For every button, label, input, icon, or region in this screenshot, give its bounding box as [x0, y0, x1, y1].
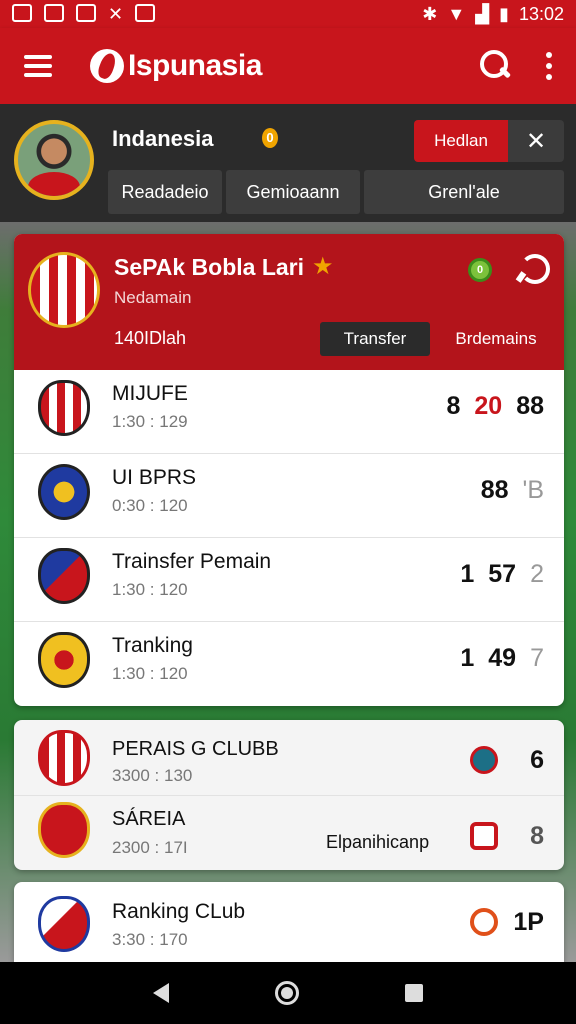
club-time: 3300 : 130 [112, 766, 193, 785]
featured-subtitle: Nedamain [114, 288, 192, 307]
avatar[interactable] [14, 120, 94, 200]
match-score: 8 20 88 [446, 392, 544, 421]
search-icon[interactable] [480, 50, 512, 82]
score-value: 88 [516, 392, 544, 420]
close-icon[interactable]: ✕ [508, 120, 564, 162]
club-row[interactable]: SÁREIA 2300 : 17I Elpanihicanp 8 [14, 796, 564, 870]
clock: 13:02 [518, 3, 564, 24]
featured-card-header: SePAk Bobla Lari ★ Nedamain 140IDlah 0 T… [14, 234, 564, 370]
club-crest-icon [38, 802, 90, 858]
club-title: PERAIS G CLUBB [112, 738, 279, 760]
club-row[interactable]: PERAIS G CLUBB 3300 : 130 6 [14, 720, 564, 796]
segment-tab-3[interactable]: Grenl'ale [364, 170, 564, 214]
refresh-icon[interactable] [518, 254, 550, 284]
match-row[interactable]: UI BPRS 0:30 : 120 88 'B [14, 454, 564, 538]
club-crest-icon [38, 548, 90, 604]
match-title: Tranking [112, 634, 193, 657]
match-title: UI BPRS [112, 466, 197, 489]
logo-mark-icon [90, 49, 124, 83]
match-time: 1:30 : 120 [112, 664, 188, 683]
signal-icon: ▟ [475, 3, 490, 24]
coin-icon: 0 [262, 128, 278, 148]
match-time: 1:30 : 120 [112, 580, 188, 599]
club-value: 6 [530, 746, 544, 774]
wifi-icon: ▼ [447, 3, 466, 24]
star-icon[interactable]: ★ [312, 252, 334, 281]
score-value: 2 [530, 560, 544, 588]
club-time: 2300 : 17I [112, 838, 188, 857]
score-value: 'B [522, 476, 544, 504]
club-title: SÁREIA [112, 808, 186, 830]
back-icon[interactable] [153, 983, 169, 1003]
live-indicator-icon: 0 [468, 258, 492, 282]
match-score: 1 57 2 [460, 560, 544, 589]
sim-icon [135, 3, 156, 22]
status-bar: ✕ ✱ ▼ ▟ ▮ 13:02 [0, 0, 576, 28]
score-value: 1 [460, 560, 475, 588]
score-value: 1 [460, 644, 475, 672]
club-value: 8 [530, 822, 544, 850]
gallery-icon [44, 3, 64, 22]
match-score: 88 'B [481, 476, 544, 505]
profile-name: Indanesia [112, 126, 214, 151]
club-note: Elpanihicanp [326, 832, 430, 852]
battery-icon: ▮ [499, 3, 509, 24]
featured-count: 140IDlah [114, 328, 187, 348]
home-icon[interactable] [275, 981, 299, 1005]
score-value: 7 [530, 644, 544, 672]
match-row[interactable]: Trainsfer Pemain 1:30 : 120 1 57 2 [14, 538, 564, 622]
ranking-row[interactable]: Ranking CLub 3:30 : 170 1P [14, 882, 564, 962]
clubs-card: PERAIS G CLUBB 3300 : 130 6 SÁREIA 2300 … [14, 720, 564, 870]
app-bar: Ispunasia [0, 28, 576, 104]
club-crest-icon [38, 632, 90, 688]
club-crest-icon [38, 380, 90, 436]
match-title: Trainsfer Pemain [112, 550, 272, 573]
recent-apps-icon[interactable] [405, 984, 423, 1002]
notification-icon [12, 3, 32, 22]
club-crest-icon [38, 464, 90, 520]
score-value: 88 [480, 476, 509, 504]
app-notification-icon [76, 3, 96, 22]
club-badge-icon [470, 822, 498, 850]
club-badge-icon [470, 746, 498, 774]
ranking-value: 1P [513, 908, 544, 936]
system-nav-bar [0, 962, 576, 1024]
segment-tab-2[interactable]: Gemioaann [226, 170, 360, 214]
match-score: 1 49 7 [460, 644, 544, 673]
tab-brdemains[interactable]: Brdemains [440, 322, 552, 356]
club-crest-icon [38, 730, 90, 786]
score-value: 20 [474, 392, 503, 420]
bluetooth-icon: ✱ [422, 3, 438, 24]
ranking-title: Ranking CLub [112, 900, 246, 923]
tab-transfer[interactable]: Transfer [320, 322, 430, 356]
score-value: 49 [488, 644, 517, 672]
menu-icon[interactable] [24, 55, 52, 77]
featured-title: SePAk Bobla Lari [114, 254, 305, 280]
app-title: Ispunasia [128, 49, 262, 82]
featured-card: SePAk Bobla Lari ★ Nedamain 140IDlah 0 T… [14, 234, 564, 706]
club-crest-icon [38, 896, 90, 952]
ranking-card: Ranking CLub 3:30 : 170 1P [14, 882, 564, 962]
more-options-icon[interactable] [546, 52, 552, 80]
segment-tab-1[interactable]: Readadeio [108, 170, 222, 214]
app-logo: Ispunasia [90, 49, 262, 83]
club-crest-icon [28, 252, 100, 328]
ranking-time: 3:30 : 170 [112, 930, 188, 949]
match-time: 1:30 : 129 [112, 412, 188, 431]
match-title: MIJUFE [112, 382, 188, 405]
score-value: 57 [488, 560, 517, 588]
tools-icon: ✕ [108, 3, 124, 24]
ranking-badge-icon [470, 908, 498, 936]
match-row[interactable]: Tranking 1:30 : 120 1 49 7 [14, 622, 564, 706]
match-row[interactable]: MIJUFE 1:30 : 129 8 20 88 [14, 370, 564, 454]
match-time: 0:30 : 120 [112, 496, 188, 515]
score-value: 8 [446, 392, 461, 420]
profile-action-button[interactable]: Hedlan [414, 120, 508, 162]
